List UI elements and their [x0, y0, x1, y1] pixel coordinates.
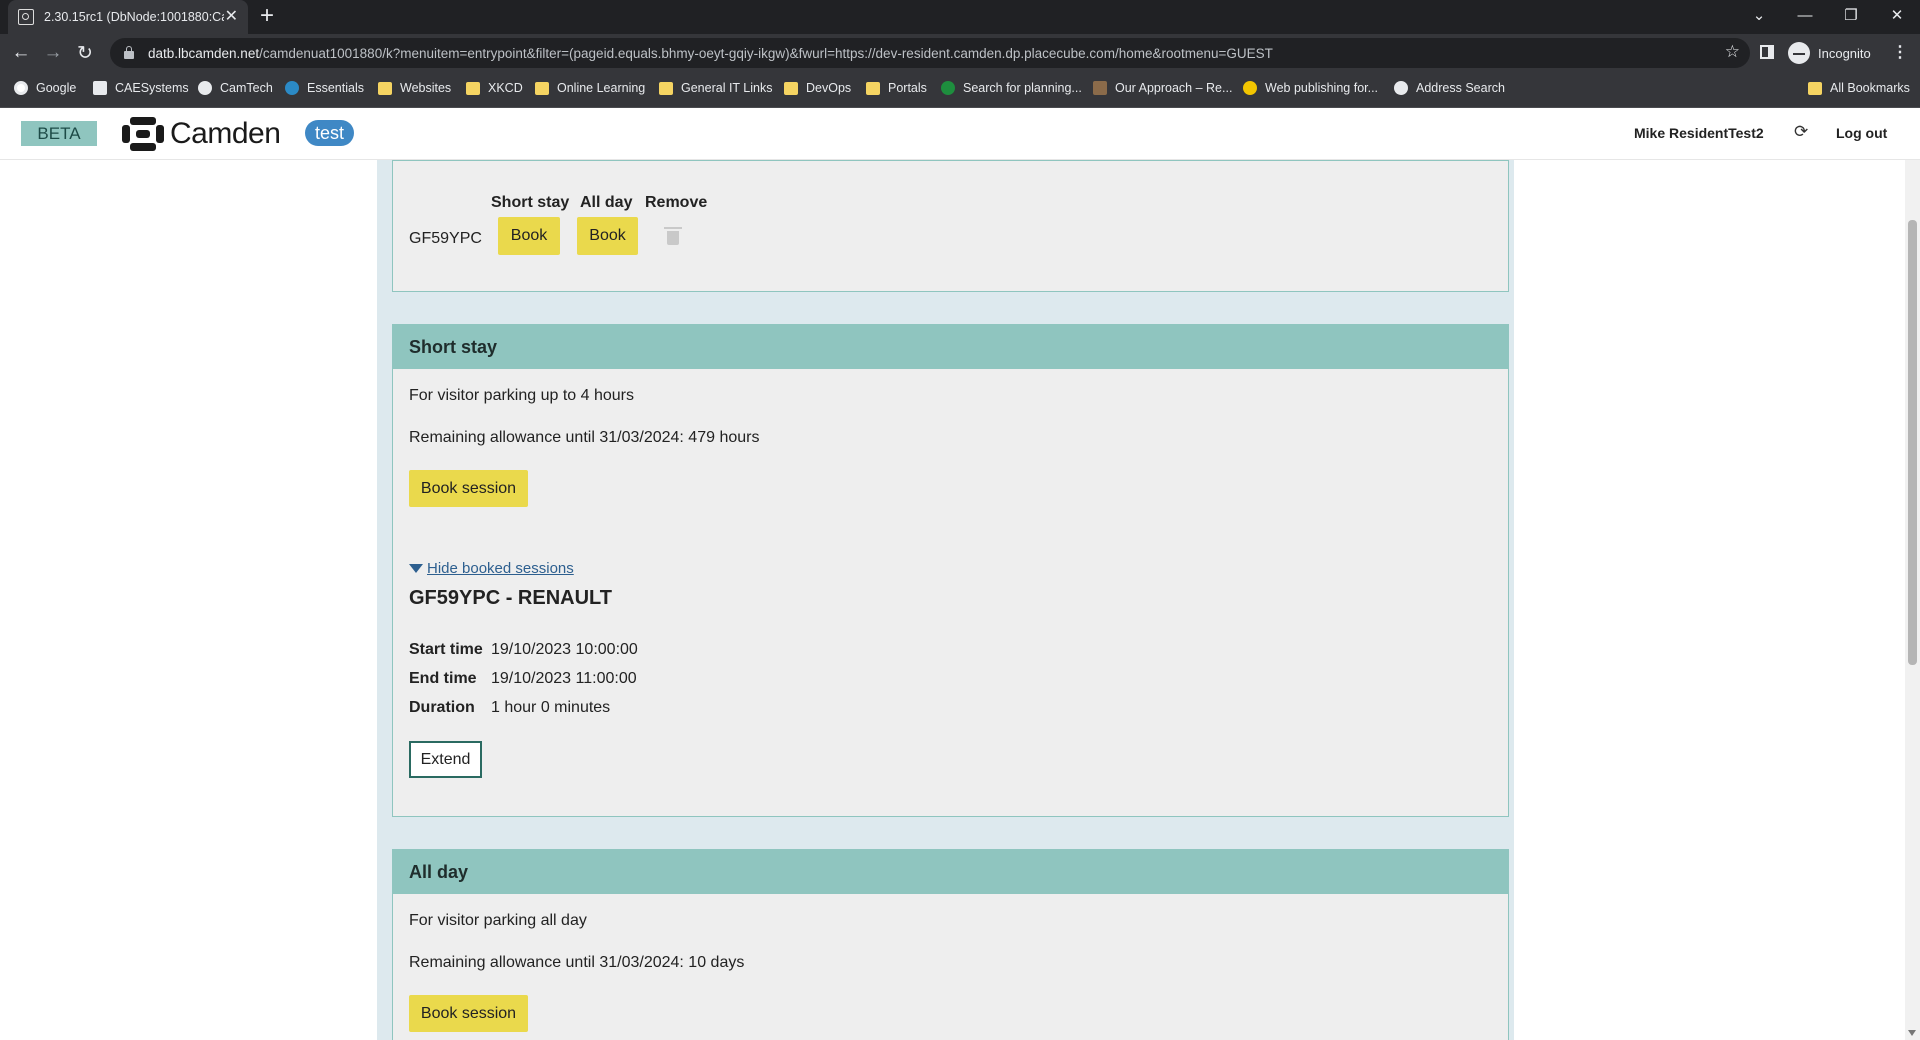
tab-title: 2.30.15rc1 (DbNode:1001880:Ca: [44, 10, 224, 24]
back-icon[interactable]: ←: [8, 40, 34, 66]
lock-icon[interactable]: [124, 46, 134, 59]
bookmark-essentials[interactable]: Essentials: [285, 81, 364, 95]
extend-button[interactable]: Extend: [409, 741, 482, 778]
book-all-day-button[interactable]: Book: [577, 217, 638, 255]
end-time-value: 19/10/2023 11:00:00: [491, 670, 637, 687]
main-content: Short stay All day Remove GF59YPC Book B…: [377, 160, 1514, 1040]
all-day-description: For visitor parking all day: [409, 912, 587, 929]
bookmarks-bar: Google CAESystems CamTech Essentials Web…: [0, 72, 1920, 108]
address-bar[interactable]: datb.lbcamden.net/camdenuat1001880/k?men…: [110, 38, 1750, 68]
incognito-icon: [1788, 42, 1810, 64]
folder-icon: [1808, 81, 1822, 95]
short-stay-allowance: Remaining allowance until 31/03/2024: 47…: [409, 429, 760, 446]
bookmark-portals[interactable]: Portals: [866, 81, 927, 95]
remove-vehicle-trash-icon[interactable]: [664, 227, 682, 245]
site-header: BETA Camden test Mike ResidentTest2 ⟳ Lo…: [0, 108, 1920, 160]
bookmark-camtech[interactable]: CamTech: [198, 81, 273, 95]
bookmark-online-learning[interactable]: Online Learning: [535, 81, 645, 95]
short-stay-panel: Short stay For visitor parking up to 4 h…: [392, 324, 1509, 817]
browser-toolbar: ← → ↻ datb.lbcamden.net/camdenuat1001880…: [0, 34, 1920, 72]
folder-icon: [866, 81, 880, 95]
all-bookmarks[interactable]: All Bookmarks: [1808, 81, 1910, 95]
site-icon: [941, 81, 955, 95]
logo-text: Camden: [170, 117, 281, 150]
start-time-label: Start time: [409, 641, 483, 658]
window-controls: ⌄ — ❐ ✕: [1736, 0, 1920, 30]
beta-badge: BETA: [21, 121, 97, 146]
folder-icon: [659, 81, 673, 95]
vehicles-table: Short stay All day Remove GF59YPC Book B…: [393, 161, 1508, 291]
minimize-icon[interactable]: —: [1782, 0, 1828, 30]
camden-logo[interactable]: Camden: [122, 117, 281, 151]
vehicles-panel: Short stay All day Remove GF59YPC Book B…: [392, 160, 1509, 292]
site-icon: [285, 81, 299, 95]
camden-logo-icon: [122, 117, 164, 151]
short-stay-header: Short stay: [393, 325, 1508, 369]
google-icon: [14, 81, 28, 95]
forward-icon[interactable]: →: [40, 40, 66, 66]
folder-icon: [535, 81, 549, 95]
incognito-label: Incognito: [1818, 45, 1871, 61]
column-header-remove: Remove: [645, 194, 708, 211]
short-stay-description: For visitor parking up to 4 hours: [409, 387, 634, 404]
hide-booked-sessions-label: Hide booked sessions: [427, 560, 574, 577]
book-short-stay-button[interactable]: Book: [498, 217, 560, 255]
bookmark-general-it-links[interactable]: General IT Links: [659, 81, 772, 95]
bookmark-caesystems[interactable]: CAESystems: [93, 81, 189, 95]
globe-icon: [1394, 81, 1408, 95]
browser-menu-icon[interactable]: ⋮: [1892, 42, 1908, 62]
caret-down-icon: [409, 564, 423, 573]
site-icon: [1093, 81, 1107, 95]
close-tab-icon[interactable]: ✕: [225, 9, 238, 25]
logout-link[interactable]: Log out: [1836, 125, 1887, 141]
folder-icon: [378, 81, 392, 95]
column-header-short-stay: Short stay: [491, 194, 570, 211]
new-tab-icon[interactable]: +: [260, 4, 274, 28]
bookmark-address-search[interactable]: Address Search: [1394, 81, 1505, 95]
user-name[interactable]: Mike ResidentTest2: [1634, 125, 1764, 141]
folder-icon: [784, 81, 798, 95]
tab-search-icon[interactable]: ⌄: [1736, 0, 1782, 30]
end-time-label: End time: [409, 670, 477, 687]
all-day-book-session-button[interactable]: Book session: [409, 995, 528, 1032]
booked-session-vehicle: GF59YPC - RENAULT: [409, 587, 612, 609]
hide-booked-sessions-link[interactable]: Hide booked sessions: [409, 560, 574, 577]
folder-icon: [466, 81, 480, 95]
restore-icon[interactable]: ❐: [1828, 0, 1874, 30]
all-day-header: All day: [393, 850, 1508, 894]
scrollbar-thumb[interactable]: [1908, 220, 1917, 665]
bookmark-google[interactable]: Google: [14, 81, 76, 95]
refresh-icon[interactable]: ⟳: [1794, 122, 1808, 142]
bookmark-search-for-planning[interactable]: Search for planning...: [941, 81, 1082, 95]
duration-value: 1 hour 0 minutes: [491, 699, 611, 716]
bookmark-websites[interactable]: Websites: [378, 81, 451, 95]
bookmark-our-approach[interactable]: Our Approach – Re...: [1093, 81, 1232, 95]
reload-icon[interactable]: ↻: [72, 40, 98, 66]
all-day-allowance: Remaining allowance until 31/03/2024: 10…: [409, 954, 745, 971]
bookmark-web-publishing[interactable]: Web publishing for...: [1243, 81, 1378, 95]
site-icon: [1243, 81, 1257, 95]
site-icon: [93, 81, 107, 95]
column-header-all-day: All day: [580, 194, 633, 211]
scroll-down-arrow-icon[interactable]: [1908, 1030, 1916, 1036]
browser-tab[interactable]: 2.30.15rc1 (DbNode:1001880:Ca ✕: [8, 0, 248, 34]
short-stay-book-session-button[interactable]: Book session: [409, 470, 528, 507]
url-text: datb.lbcamden.net/camdenuat1001880/k?men…: [148, 45, 1273, 61]
globe-icon: [198, 81, 212, 95]
all-day-panel: All day For visitor parking all day Rema…: [392, 849, 1509, 1040]
vehicle-registration: GF59YPC: [409, 230, 482, 247]
incognito-indicator[interactable]: Incognito: [1788, 38, 1871, 68]
start-time-value: 19/10/2023 10:00:00: [491, 641, 638, 658]
tab-favicon-icon: [18, 9, 34, 25]
bookmark-devops[interactable]: DevOps: [784, 81, 851, 95]
close-window-icon[interactable]: ✕: [1874, 0, 1920, 30]
bookmark-star-icon[interactable]: ☆: [1725, 42, 1740, 62]
environment-badge: test: [305, 120, 354, 146]
browser-tab-bar: 2.30.15rc1 (DbNode:1001880:Ca ✕ + ⌄ — ❐ …: [0, 0, 1920, 34]
bookmark-xkcd[interactable]: XKCD: [466, 81, 523, 95]
duration-label: Duration: [409, 699, 475, 716]
side-panel-icon[interactable]: [1760, 45, 1774, 59]
page-scrollbar[interactable]: [1905, 160, 1920, 1040]
